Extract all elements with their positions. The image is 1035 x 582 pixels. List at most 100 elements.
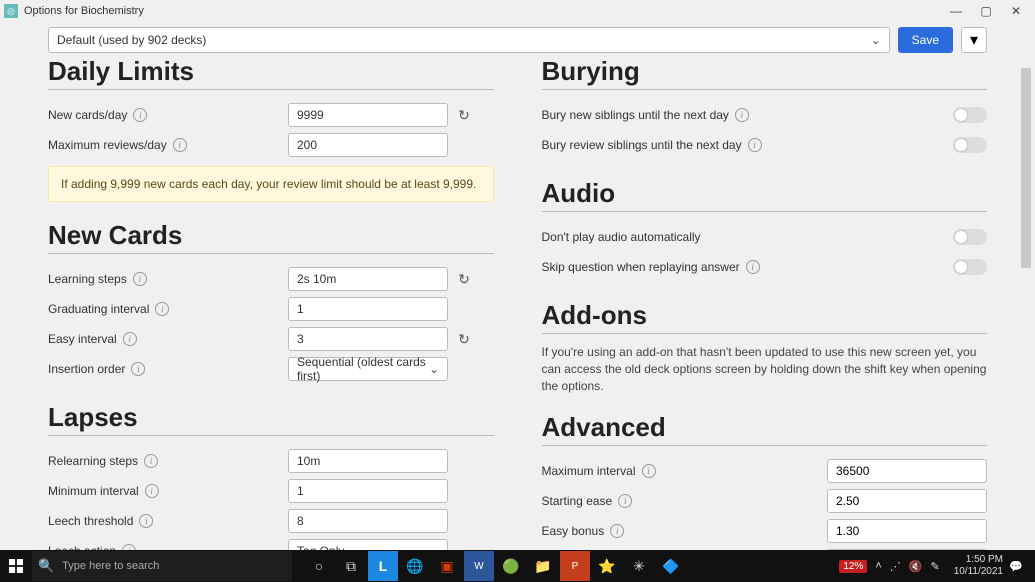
info-icon[interactable]: i <box>145 484 159 498</box>
titlebar: ◎ Options for Biochemistry — ▢ ✕ <box>0 0 1035 22</box>
new-cards-label: New cards/day <box>48 108 127 122</box>
addons-heading: Add-ons <box>542 300 988 334</box>
info-icon[interactable]: i <box>735 108 749 122</box>
info-icon[interactable]: i <box>748 138 762 152</box>
burying-heading: Burying <box>542 58 988 90</box>
learning-steps-input[interactable] <box>288 267 448 291</box>
info-icon[interactable]: i <box>746 260 760 274</box>
info-icon[interactable]: i <box>173 138 187 152</box>
battery-text: 12% <box>843 561 863 572</box>
advanced-heading: Advanced <box>542 412 988 446</box>
bury-new-toggle[interactable] <box>953 107 987 123</box>
cortana-icon[interactable]: ○ <box>304 551 334 581</box>
window-title: Options for Biochemistry <box>24 5 144 17</box>
easy-bonus-input[interactable] <box>827 519 987 543</box>
start-button[interactable] <box>0 550 32 582</box>
windows-icon <box>9 559 23 573</box>
taskbar-clock[interactable]: 1:50 PM 10/11/2021 <box>948 554 1009 578</box>
task-view-icon[interactable]: ⧉ <box>336 551 366 581</box>
explorer-icon[interactable]: 📁 <box>528 551 558 581</box>
save-button[interactable]: Save <box>898 27 953 53</box>
clock-time: 1:50 PM <box>966 554 1003 566</box>
insertion-order-label: Insertion order <box>48 362 125 376</box>
tray-chevron-icon[interactable]: ˄ <box>875 560 881 572</box>
learning-steps-label: Learning steps <box>48 272 127 286</box>
min-interval-label: Minimum interval <box>48 484 139 498</box>
relearning-input[interactable] <box>288 449 448 473</box>
new-cards-input[interactable] <box>288 103 448 127</box>
info-icon[interactable]: i <box>139 514 153 528</box>
reset-icon[interactable]: ↻ <box>454 105 474 125</box>
preset-select-label: Default (used by 902 decks) <box>57 33 206 47</box>
close-button[interactable]: ✕ <box>1001 1 1031 21</box>
skip-q-label: Skip question when replaying answer <box>542 260 740 274</box>
easy-bonus-label: Easy bonus <box>542 524 605 538</box>
review-limit-warning: If adding 9,999 new cards each day, your… <box>48 166 494 202</box>
reset-icon[interactable]: ↻ <box>454 269 474 289</box>
info-icon[interactable]: i <box>133 272 147 286</box>
info-icon[interactable]: i <box>610 524 624 538</box>
battery-icon[interactable]: 12% <box>839 560 867 573</box>
graduating-input[interactable] <box>288 297 448 321</box>
info-icon[interactable]: i <box>642 464 656 478</box>
taskbar-search[interactable]: 🔍 Type here to search <box>32 551 292 581</box>
reset-icon[interactable]: ↻ <box>454 329 474 349</box>
max-interval-input[interactable] <box>827 459 987 483</box>
app-misc-icon[interactable]: 🔷 <box>656 551 686 581</box>
volume-icon[interactable]: 🔇 <box>909 560 923 573</box>
leech-thresh-label: Leech threshold <box>48 514 133 528</box>
info-icon[interactable]: i <box>133 108 147 122</box>
skip-q-toggle[interactable] <box>953 259 987 275</box>
scrollbar[interactable] <box>1019 60 1033 548</box>
left-column: Daily Limits New cards/day i ↻ Maximum re… <box>48 58 494 550</box>
easy-interval-label: Easy interval <box>48 332 117 346</box>
easy-interval-input[interactable] <box>288 327 448 351</box>
edge-icon[interactable]: 🌐 <box>400 551 430 581</box>
notifications-icon[interactable]: 💬 <box>1009 560 1035 573</box>
right-column: Burying Bury new siblings until the next… <box>542 58 988 550</box>
minimize-button[interactable]: — <box>941 1 971 21</box>
chrome-icon[interactable]: 🟢 <box>496 551 526 581</box>
graduating-label: Graduating interval <box>48 302 149 316</box>
content: Daily Limits New cards/day i ↻ Maximum re… <box>0 58 1035 550</box>
info-icon[interactable]: i <box>123 332 137 346</box>
insertion-order-value: Sequential (oldest cards first) <box>297 355 439 383</box>
max-reviews-input[interactable] <box>288 133 448 157</box>
info-icon[interactable]: i <box>618 494 632 508</box>
starting-ease-input[interactable] <box>827 489 987 513</box>
addons-note: If you're using an add-on that hasn't be… <box>542 344 988 394</box>
pen-icon[interactable]: ✎ <box>930 560 939 573</box>
app-l-icon[interactable]: L <box>368 551 398 581</box>
leech-thresh-input[interactable] <box>288 509 448 533</box>
audio-heading: Audio <box>542 178 988 212</box>
info-icon[interactable]: i <box>155 302 169 316</box>
powerpoint-icon[interactable]: P <box>560 551 590 581</box>
dont-play-toggle[interactable] <box>953 229 987 245</box>
info-icon[interactable]: i <box>131 362 145 376</box>
office-icon[interactable]: ▣ <box>432 551 462 581</box>
scrollbar-thumb[interactable] <box>1021 68 1031 268</box>
new-cards-heading: New Cards <box>48 220 494 254</box>
min-interval-input[interactable] <box>288 479 448 503</box>
word-icon[interactable]: W <box>464 551 494 581</box>
more-button[interactable]: ▾ <box>961 27 987 53</box>
clock-date: 10/11/2021 <box>954 566 1003 578</box>
search-icon: 🔍 <box>38 558 54 574</box>
app-icon: ◎ <box>4 4 18 18</box>
bury-review-toggle[interactable] <box>953 137 987 153</box>
dont-play-label: Don't play audio automatically <box>542 230 701 244</box>
maximize-button[interactable]: ▢ <box>971 1 1001 21</box>
daily-limits-heading: Daily Limits <box>48 58 494 90</box>
app-star-icon[interactable]: ✳ <box>624 551 654 581</box>
leech-action-select[interactable]: Tag Only⌄ <box>288 539 448 550</box>
search-placeholder: Type here to search <box>62 560 159 572</box>
anki-icon[interactable]: ⭐ <box>592 551 622 581</box>
starting-ease-label: Starting ease <box>542 494 613 508</box>
preset-select[interactable]: Default (used by 902 decks) ⌄ <box>48 27 890 53</box>
chevron-down-icon: ⌄ <box>429 362 439 376</box>
wifi-icon[interactable]: ⋰ <box>890 560 901 573</box>
insertion-order-select[interactable]: Sequential (oldest cards first)⌄ <box>288 357 448 381</box>
max-reviews-label: Maximum reviews/day <box>48 138 167 152</box>
info-icon[interactable]: i <box>144 454 158 468</box>
new-cards-row: New cards/day i ↻ <box>48 100 494 130</box>
